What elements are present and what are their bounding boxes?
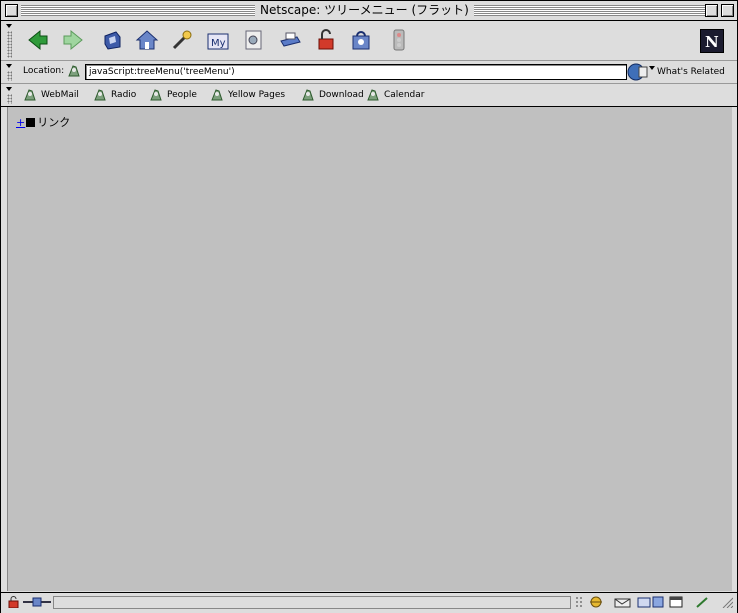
collapse-box[interactable] [721,4,734,17]
my-netscape-icon[interactable]: My [206,28,230,52]
folder-square-icon [26,118,36,127]
title-bar[interactable]: Netscape: ツリーメニュー (フラット) [1,1,737,21]
forward-arrow-icon[interactable] [61,28,85,52]
pen-edit-icon[interactable] [695,596,709,608]
bookmark-label: Calendar [384,90,425,100]
navigation-toolbar: My N [1,21,737,61]
tree-item-label: リンク [37,116,71,129]
print-icon[interactable] [278,28,302,52]
status-bar [1,592,737,613]
resize-grip-icon[interactable] [719,596,734,609]
search-icon[interactable] [170,28,194,52]
svg-text:My: My [211,38,226,49]
bookmark-icon [301,88,315,102]
mail-icon[interactable] [613,596,633,608]
svg-text:N: N [705,33,719,51]
netscape-logo[interactable]: N [700,29,724,53]
window-title: Netscape: ツリーメニュー (フラット) [255,3,474,18]
bookmark-label: Radio [111,90,137,100]
toolbar-grip[interactable] [3,63,15,81]
connection-plug-icon [23,596,51,608]
tree-expand-link[interactable]: + [16,116,25,129]
stop-icon[interactable] [387,28,411,52]
status-text-field [53,596,571,609]
reload-icon[interactable] [100,28,124,52]
shop-icon[interactable] [349,28,373,52]
close-box[interactable] [5,4,18,17]
back-arrow-icon[interactable] [26,28,50,52]
status-grip[interactable] [575,596,585,608]
location-url-input[interactable]: javaScript:treeMenu('treeMenu') [85,64,627,80]
bookmark-label: Yellow Pages [228,90,286,100]
toolbar-grip[interactable] [3,86,15,104]
whats-related-icon [627,63,655,84]
bookmark-icon [149,88,163,102]
address-book-icon[interactable] [651,596,665,608]
images-icon[interactable] [242,28,266,52]
bookmark-label: People [167,90,197,100]
bookmark-icon [93,88,107,102]
bookmark-icon [210,88,224,102]
calendar-icon[interactable] [669,596,683,608]
bookmark-icon [23,88,37,102]
bookmark-icon [366,88,380,102]
tree-item: + リンク [16,114,70,130]
page-content: + リンク [7,107,732,591]
page-proxy-icon[interactable] [67,64,81,78]
bookmark-label: WebMail [41,90,79,100]
composer-icon[interactable] [637,596,651,608]
home-icon[interactable] [135,28,159,52]
personal-toolbar: WebMail Radio People Yellow Pages Downlo… [1,84,737,107]
security-lock-icon[interactable] [314,28,338,52]
location-toolbar: Location: javaScript:treeMenu('treeMenu'… [1,61,737,84]
navigator-icon[interactable] [589,596,603,608]
bookmark-label: Download [319,90,364,100]
whats-related-label: What's Related [657,67,725,77]
browser-window: Netscape: ツリーメニュー (フラット) My N Location: … [0,0,738,613]
zoom-box[interactable] [705,4,718,17]
security-status-icon[interactable] [7,596,21,609]
toolbar-grip[interactable] [3,23,15,58]
location-label: Location: [23,66,65,76]
